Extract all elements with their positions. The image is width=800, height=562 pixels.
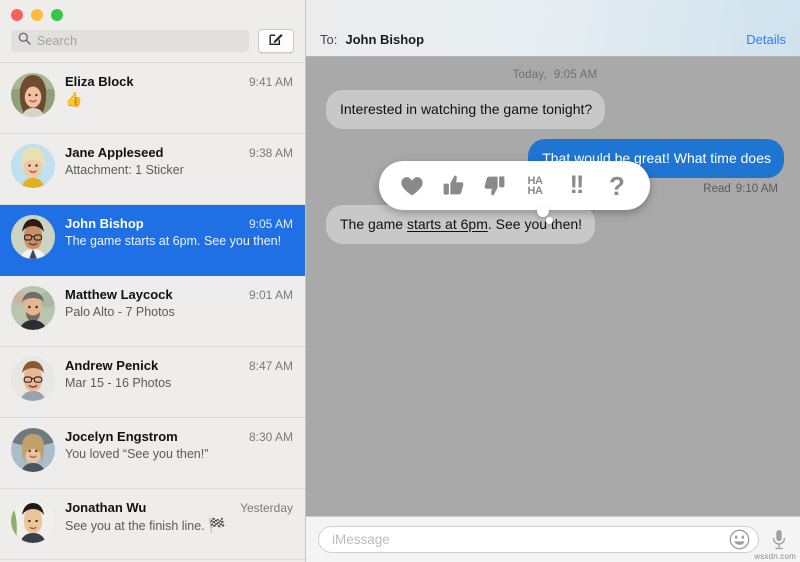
conversation-name: John Bishop <box>65 216 144 231</box>
thumbsdown-tapback-icon[interactable] <box>475 166 513 206</box>
messages-window: Search <box>0 0 800 562</box>
conversation-row-jocelyn-engstrom[interactable]: Jocelyn Engstrom 8:30 AM You loved “See … <box>0 418 305 489</box>
conversation-name: Matthew Laycock <box>65 287 173 302</box>
messages-area: Today, 9:05 AM Interested in watching the… <box>306 57 800 516</box>
conversation-name: Jane Appleseed <box>65 145 164 160</box>
minimize-window-button[interactable] <box>31 9 43 21</box>
search-row: Search <box>0 29 305 53</box>
heart-tapback-icon[interactable] <box>393 166 431 206</box>
conversation-name: Jocelyn Engstrom <box>65 429 178 444</box>
conversation-row-john-bishop[interactable]: John Bishop 9:05 AM The game starts at 6… <box>0 205 305 276</box>
conversation-time: 8:47 AM <box>249 359 293 373</box>
message-link-datadetector[interactable]: starts at 6pm <box>407 216 488 232</box>
haha-line-2: HA <box>527 186 542 196</box>
tapback-tail-small-dot <box>546 217 553 224</box>
question-glyph: ? <box>609 173 625 199</box>
close-window-button[interactable] <box>11 9 23 21</box>
conversation-text: Andrew Penick 8:47 AM Mar 15 - 16 Photos <box>65 357 293 407</box>
search-icon <box>18 32 31 50</box>
imessage-placeholder: iMessage <box>332 532 729 547</box>
chat-pane: To: John Bishop Details Today, 9:05 AM In… <box>306 0 800 562</box>
zoom-window-button[interactable] <box>51 9 63 21</box>
sidebar-scrollbar[interactable] <box>298 63 305 562</box>
receipt-time: 9:10 AM <box>736 183 778 195</box>
conversation-preview: The game starts at 6pm. See you then! <box>65 233 293 249</box>
conversation-preview: Mar 15 - 16 Photos <box>65 375 293 391</box>
conversation-row-matthew-laycock[interactable]: Matthew Laycock 9:01 AM Palo Alto - 7 Ph… <box>0 276 305 347</box>
message-row-incoming-2: The game starts at 6pm. See you then! <box>326 205 784 244</box>
conversation-preview: See you at the finish line. 🏁 <box>65 517 293 534</box>
message-text-before: The game <box>340 216 407 232</box>
avatar <box>11 73 55 117</box>
compose-icon <box>268 31 284 52</box>
question-tapback-icon[interactable]: ? <box>598 166 636 206</box>
compose-bar: iMessage wsxdn.com <box>306 516 800 562</box>
thumbsup-emoji: 👍 <box>65 91 82 107</box>
day-timestamp-day: Today, <box>513 69 547 81</box>
search-input[interactable]: Search <box>11 30 249 52</box>
traffic-lights <box>11 9 63 21</box>
thumbsup-tapback-icon[interactable] <box>434 166 472 206</box>
conversation-text: John Bishop 9:05 AM The game starts at 6… <box>65 215 293 265</box>
conversation-row-eliza-block[interactable]: Eliza Block 9:41 AM 👍 <box>0 63 305 134</box>
conversation-text: Eliza Block 9:41 AM 👍 <box>65 73 293 123</box>
message-bubble-incoming-2[interactable]: The game starts at 6pm. See you then! <box>326 205 595 244</box>
tapback-popover[interactable]: HA HA !! ? <box>379 161 650 210</box>
conversation-row-jonathan-wu[interactable]: Jonathan Wu Yesterday See you at the fin… <box>0 489 305 560</box>
to-label: To: <box>320 32 337 47</box>
compose-new-message-button[interactable] <box>258 29 294 53</box>
conversation-preview: 👍 <box>65 91 293 108</box>
avatar <box>11 286 55 330</box>
checkered-flag-emoji: 🏁 <box>208 517 225 533</box>
conversation-time: Yesterday <box>240 501 293 515</box>
avatar <box>11 215 55 259</box>
conversation-time: 9:01 AM <box>249 288 293 302</box>
conversation-time: 8:30 AM <box>249 430 293 444</box>
chat-header: To: John Bishop Details <box>306 0 800 57</box>
imessage-input[interactable]: iMessage <box>318 526 759 553</box>
conversation-name: Eliza Block <box>65 74 134 89</box>
tapback-tail-large-dot <box>537 205 549 217</box>
day-timestamp: Today, 9:05 AM <box>326 69 784 81</box>
receipt-status: Read <box>703 183 731 195</box>
emoji-smiley-icon[interactable] <box>729 529 750 550</box>
conversation-text: Jane Appleseed 9:38 AM Attachment: 1 Sti… <box>65 144 293 194</box>
conversation-preview: Attachment: 1 Sticker <box>65 162 293 178</box>
avatar <box>11 357 55 401</box>
message-row-incoming: Interested in watching the game tonight? <box>326 90 784 129</box>
conversation-name: Jonathan Wu <box>65 500 146 515</box>
conversation-time: 9:41 AM <box>249 75 293 89</box>
conversation-text: Matthew Laycock 9:01 AM Palo Alto - 7 Ph… <box>65 286 293 336</box>
conversation-time: 9:38 AM <box>249 146 293 160</box>
recipient-field[interactable]: John Bishop <box>345 32 746 47</box>
haha-tapback-icon[interactable]: HA HA <box>516 166 554 206</box>
sidebar: Search <box>0 0 306 562</box>
exclamation-tapback-icon[interactable]: !! <box>557 166 595 206</box>
exclamation-glyph: !! <box>570 173 583 198</box>
message-text-after: . See you then! <box>488 216 582 232</box>
conversation-preview: Palo Alto - 7 Photos <box>65 304 293 320</box>
conversation-text: Jonathan Wu Yesterday See you at the fin… <box>65 499 293 549</box>
conversation-text: Jocelyn Engstrom 8:30 AM You loved “See … <box>65 428 293 478</box>
conversation-list[interactable]: Eliza Block 9:41 AM 👍 <box>0 62 305 562</box>
conversation-preview: You loved “See you then!” <box>65 446 293 462</box>
conversation-name: Andrew Penick <box>65 358 158 373</box>
message-bubble-incoming[interactable]: Interested in watching the game tonight? <box>326 90 605 129</box>
conversation-row-jane-appleseed[interactable]: Jane Appleseed 9:38 AM Attachment: 1 Sti… <box>0 134 305 205</box>
conversation-time: 9:05 AM <box>249 217 293 231</box>
search-placeholder: Search <box>37 34 77 48</box>
conversation-row-andrew-penick[interactable]: Andrew Penick 8:47 AM Mar 15 - 16 Photos <box>0 347 305 418</box>
window-titlebar: Search <box>0 0 305 62</box>
haha-line-1: HA <box>527 176 542 186</box>
avatar <box>11 144 55 188</box>
avatar <box>11 428 55 472</box>
details-button[interactable]: Details <box>746 32 786 47</box>
microphone-icon[interactable] <box>767 527 791 553</box>
avatar <box>11 499 55 543</box>
watermark: wsxdn.com <box>754 552 796 561</box>
day-timestamp-time: 9:05 AM <box>554 69 598 81</box>
